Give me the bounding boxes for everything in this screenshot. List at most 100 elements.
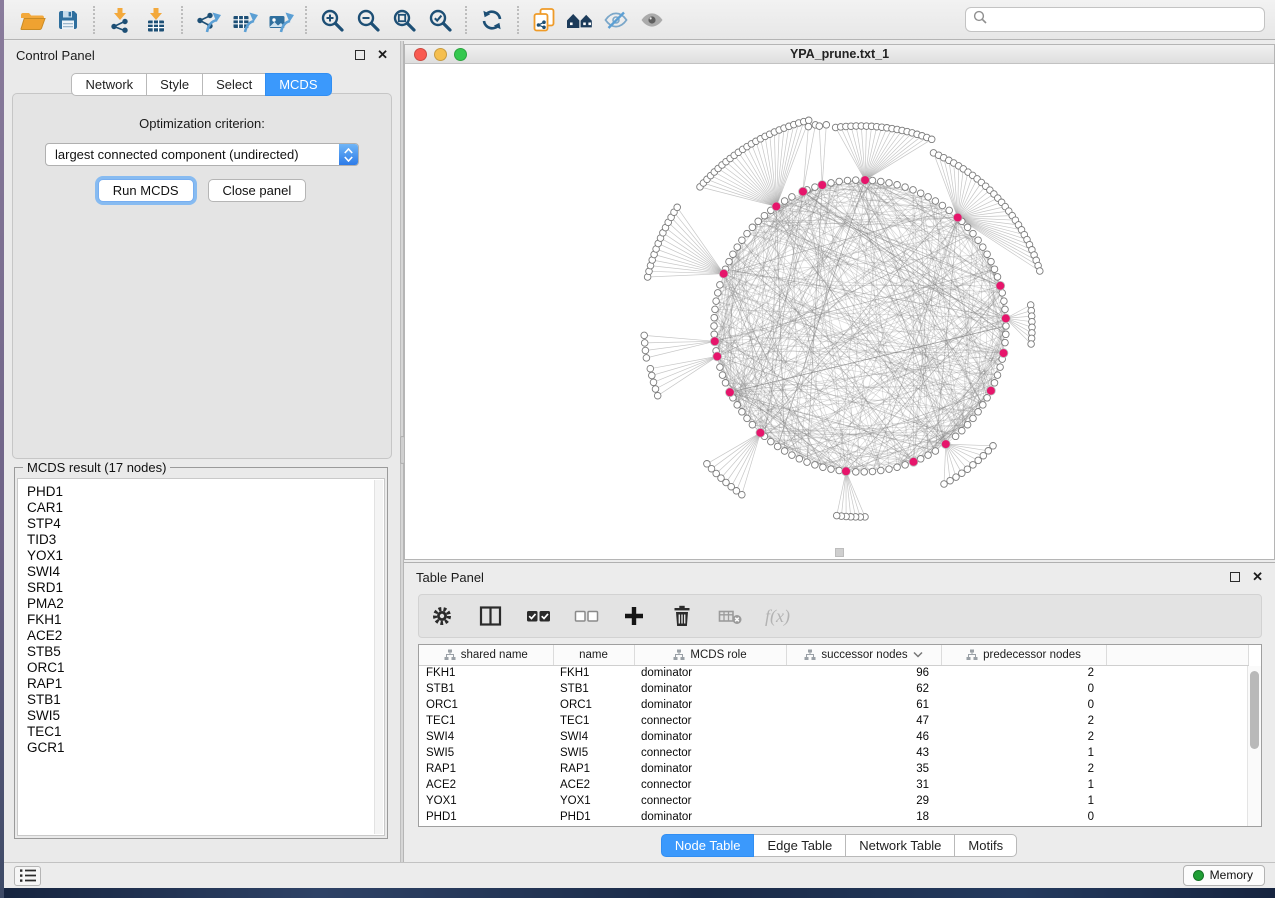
table-row[interactable]: RAP1RAP1dominator352: [419, 761, 1249, 777]
fit-content-icon[interactable]: [386, 4, 422, 36]
table-tab-motifs[interactable]: Motifs: [954, 834, 1017, 857]
tab-style[interactable]: Style: [146, 73, 203, 96]
mcds-result-item[interactable]: RAP1: [27, 676, 384, 692]
table-tab-edge-table[interactable]: Edge Table: [753, 834, 846, 857]
duplicate-network-icon[interactable]: [526, 4, 562, 36]
delete-table-icon[interactable]: [717, 603, 743, 629]
mcds-result-item[interactable]: SWI4: [27, 564, 384, 580]
first-neighbors-icon[interactable]: [562, 4, 598, 36]
table-settings-icon[interactable]: [429, 603, 455, 629]
mcds-result-item[interactable]: STB5: [27, 644, 384, 660]
float-panel-icon[interactable]: [355, 50, 365, 60]
table-cell: YOX1: [419, 793, 553, 809]
table-scrollbar-thumb[interactable]: [1250, 671, 1259, 749]
run-mcds-button[interactable]: Run MCDS: [98, 179, 194, 202]
zoom-out-icon[interactable]: [350, 4, 386, 36]
column-namespace-icon: [966, 649, 978, 661]
close-panel-button[interactable]: Close panel: [208, 179, 307, 202]
mcds-result-item[interactable]: PMA2: [27, 596, 384, 612]
table-panel-title: Table Panel: [416, 570, 484, 585]
column-header-MCDS-role[interactable]: MCDS role: [634, 645, 786, 665]
control-panel-tabs: NetworkStyleSelectMCDS: [4, 73, 400, 96]
add-column-icon[interactable]: [621, 603, 647, 629]
table-row[interactable]: FKH1FKH1dominator962: [419, 665, 1249, 681]
task-history-button[interactable]: [14, 866, 41, 886]
mcds-result-item[interactable]: ACE2: [27, 628, 384, 644]
table-row[interactable]: PHD1PHD1dominator180: [419, 809, 1249, 825]
function-builder-icon[interactable]: f(x): [765, 606, 790, 627]
float-table-panel-icon[interactable]: [1230, 572, 1240, 582]
table-row[interactable]: TEC1TEC1connector472: [419, 713, 1249, 729]
selected-option: largest connected component (undirected): [46, 147, 339, 162]
deselect-all-icon[interactable]: [573, 603, 599, 629]
mcds-result-item[interactable]: SRD1: [27, 580, 384, 596]
mcds-result-item[interactable]: GCR1: [27, 740, 384, 756]
mcds-result-item[interactable]: TEC1: [27, 724, 384, 740]
import-table-icon[interactable]: [138, 4, 174, 36]
table-cell: dominator: [634, 665, 786, 681]
table-tab-network-table[interactable]: Network Table: [845, 834, 955, 857]
tab-network[interactable]: Network: [71, 73, 147, 96]
table-cell: 0: [941, 809, 1106, 825]
open-file-icon[interactable]: [14, 4, 50, 36]
save-session-icon[interactable]: [50, 4, 86, 36]
table-cell: ACE2: [419, 777, 553, 793]
table-row[interactable]: STB1STB1dominator620: [419, 681, 1249, 697]
optimization-criterion-select[interactable]: largest connected component (undirected): [45, 143, 359, 166]
tab-mcds[interactable]: MCDS: [265, 73, 331, 96]
table-row[interactable]: ORC1ORC1dominator610: [419, 697, 1249, 713]
canvas-scroll-handle[interactable]: [835, 548, 844, 557]
column-header-name[interactable]: name: [553, 645, 634, 665]
column-header-successor-nodes[interactable]: successor nodes: [786, 645, 941, 665]
toolbar-separator: [181, 6, 183, 34]
show-all-icon[interactable]: [634, 4, 670, 36]
table-row[interactable]: YOX1YOX1connector291: [419, 793, 1249, 809]
table-scrollbar[interactable]: [1247, 666, 1261, 826]
memory-button[interactable]: Memory: [1183, 865, 1265, 886]
hide-selected-icon[interactable]: [598, 4, 634, 36]
mcds-result-item[interactable]: STB1: [27, 692, 384, 708]
table-cell: 18: [786, 809, 941, 825]
select-all-icon[interactable]: [525, 603, 551, 629]
close-table-panel-icon[interactable]: ✕: [1252, 572, 1263, 582]
close-panel-icon[interactable]: ✕: [377, 50, 388, 60]
mcds-result-item[interactable]: STP4: [27, 516, 384, 532]
table-tab-node-table[interactable]: Node Table: [661, 834, 755, 857]
export-network-icon[interactable]: [190, 4, 226, 36]
mcds-result-list[interactable]: PHD1CAR1STP4TID3YOX1SWI4SRD1PMA2FKH1ACE2…: [17, 478, 385, 836]
table-row[interactable]: SWI5SWI5connector431: [419, 745, 1249, 761]
column-header-predecessor-nodes[interactable]: predecessor nodes: [941, 645, 1106, 665]
show-columns-icon[interactable]: [477, 603, 503, 629]
column-header-shared-name[interactable]: shared name: [419, 645, 553, 665]
search-input[interactable]: [992, 13, 1257, 27]
mcds-result-item[interactable]: ORC1: [27, 660, 384, 676]
mcds-result-item[interactable]: PHD1: [27, 484, 384, 500]
column-label: successor nodes: [821, 649, 907, 661]
search-box[interactable]: [965, 7, 1265, 32]
mcds-result-item[interactable]: YOX1: [27, 548, 384, 564]
table-row[interactable]: ACE2ACE2connector311: [419, 777, 1249, 793]
table-cell: 62: [786, 681, 941, 697]
toolbar-separator: [465, 6, 467, 34]
table-cell: connector: [634, 745, 786, 761]
network-canvas[interactable]: [405, 64, 1274, 559]
delete-columns-icon[interactable]: [669, 603, 695, 629]
mcds-result-item[interactable]: FKH1: [27, 612, 384, 628]
network-window-titlebar[interactable]: YPA_prune.txt_1: [405, 45, 1274, 64]
mcds-list-scrollbar[interactable]: [374, 480, 383, 834]
zoom-selected-icon[interactable]: [422, 4, 458, 36]
table-row[interactable]: SWI4SWI4dominator462: [419, 729, 1249, 745]
export-image-icon[interactable]: [262, 4, 298, 36]
export-table-icon[interactable]: [226, 4, 262, 36]
table-cell: YOX1: [553, 793, 634, 809]
table-cell: 96: [786, 665, 941, 681]
mcds-result-item[interactable]: TID3: [27, 532, 384, 548]
tab-select[interactable]: Select: [202, 73, 266, 96]
import-network-icon[interactable]: [102, 4, 138, 36]
refresh-layout-icon[interactable]: [474, 4, 510, 36]
mcds-result-item[interactable]: SWI5: [27, 708, 384, 724]
mcds-result-item[interactable]: CAR1: [27, 500, 384, 516]
table-cell: 46: [786, 729, 941, 745]
zoom-in-icon[interactable]: [314, 4, 350, 36]
table-cell: 0: [941, 697, 1106, 713]
